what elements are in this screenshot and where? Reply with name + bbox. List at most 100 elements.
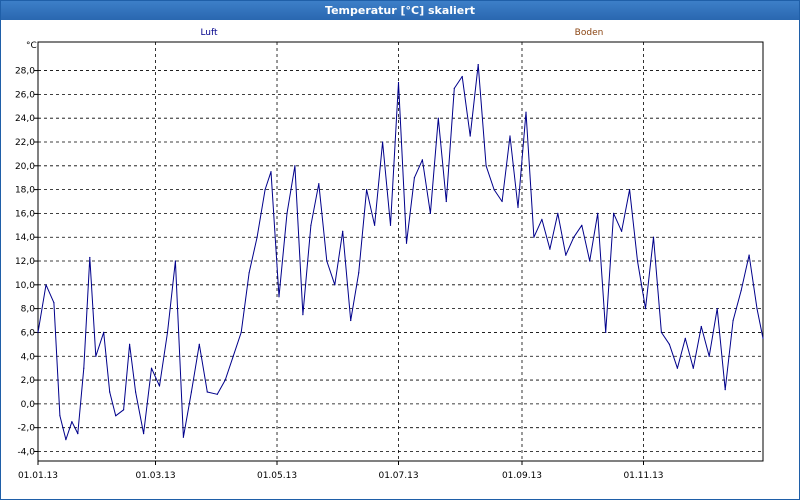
data-point	[573, 236, 575, 238]
data-point	[37, 331, 39, 333]
data-point	[135, 391, 137, 393]
y-tick-label: 24,0	[15, 114, 35, 124]
data-point	[644, 308, 647, 310]
x-tick-label: 01.07.13	[378, 471, 418, 481]
data-point	[302, 314, 304, 316]
data-point	[45, 284, 47, 286]
data-point	[216, 393, 218, 395]
data-point	[89, 256, 91, 259]
data-point	[652, 236, 655, 238]
data-point	[461, 75, 463, 78]
y-tick-label: 26,0	[15, 90, 35, 100]
data-point	[565, 254, 567, 256]
data-point	[716, 308, 718, 310]
data-point	[286, 212, 288, 214]
data-point	[541, 218, 543, 220]
series-layer	[37, 64, 764, 441]
data-point	[95, 355, 97, 357]
series-line-luft	[37, 64, 764, 441]
data-point	[264, 189, 266, 191]
data-point	[629, 189, 631, 191]
y-tick-label: 6,0	[21, 328, 36, 338]
data-point	[692, 367, 694, 369]
data-point	[350, 319, 352, 322]
data-point	[103, 331, 105, 333]
data-point	[318, 183, 320, 185]
data-point	[71, 421, 73, 423]
y-tick-label: 18,0	[15, 186, 35, 196]
data-point	[501, 200, 503, 203]
y-tick-label: 28,0	[15, 67, 35, 77]
data-point	[437, 117, 439, 119]
y-tick-label: 8,0	[21, 305, 36, 315]
data-point	[748, 254, 750, 256]
data-point	[405, 242, 408, 244]
data-point	[166, 331, 169, 333]
y-tick-label: 20,0	[15, 162, 35, 172]
y-tick-label: 16,0	[15, 209, 35, 219]
data-point	[708, 355, 710, 357]
y-tick-label: 12,0	[15, 257, 35, 267]
data-point	[256, 236, 258, 238]
x-tick-label: 01.01.13	[18, 471, 58, 481]
x-axis: 01.01.13 01.03.13 01.05.13 01.07.13 01.09.13…	[18, 461, 664, 481]
data-point	[700, 325, 702, 328]
x-tick-label: 01.03.13	[135, 471, 175, 481]
data-point	[83, 367, 85, 369]
data-point	[549, 248, 551, 250]
x-tick-label: 01.05.13	[257, 471, 297, 481]
data-point	[557, 212, 559, 214]
data-point	[613, 212, 615, 214]
data-point	[382, 141, 384, 143]
y-axis-unit: °C	[26, 41, 37, 51]
data-point	[589, 260, 591, 262]
data-point	[224, 379, 226, 381]
data-point	[636, 260, 639, 262]
data-point	[65, 439, 67, 441]
data-point	[762, 337, 764, 339]
legend: Luft Boden	[200, 28, 603, 38]
data-point	[668, 343, 671, 345]
data-point	[485, 165, 487, 167]
data-point	[533, 236, 535, 238]
temperature-chart: -4,0 -2,0 0,0 2,0 4,0 6,0 8,0 10,0 12,0 14,0 16,0 1…	[15, 28, 764, 481]
data-point	[453, 87, 455, 89]
y-tick-label: 0,0	[21, 400, 36, 410]
data-point	[182, 436, 184, 438]
window-title: Temperatur [°C] skaliert	[325, 4, 475, 17]
data-point	[429, 212, 431, 214]
y-tick-label: 2,0	[21, 376, 36, 386]
data-point	[109, 391, 111, 393]
data-point	[123, 409, 125, 411]
data-point	[374, 224, 376, 226]
data-point	[660, 331, 663, 333]
data-point	[597, 212, 599, 214]
data-point	[143, 433, 145, 435]
data-point	[724, 389, 726, 391]
legend-item-luft: Luft	[200, 28, 218, 38]
chart-window: Temperatur [°C] skaliert -4,0 -2,0 0,0 2,0 4…	[0, 0, 800, 500]
data-point	[198, 343, 200, 345]
data-point	[294, 165, 296, 167]
data-point	[150, 367, 153, 369]
chart-area: -4,0 -2,0 0,0 2,0 4,0 6,0 8,0 10,0 12,0 14,0 16,0 1…	[1, 20, 799, 499]
data-point	[115, 415, 117, 417]
data-point	[366, 189, 368, 191]
data-point	[397, 81, 400, 84]
data-point	[232, 355, 234, 357]
y-tick-label: 22,0	[15, 138, 35, 148]
x-tick-label: 01.09.13	[502, 471, 542, 481]
data-point	[334, 284, 336, 286]
data-point	[581, 224, 583, 226]
data-point	[684, 337, 686, 339]
data-point	[358, 272, 360, 274]
data-point	[732, 319, 734, 322]
data-point	[509, 135, 511, 137]
data-point	[270, 171, 272, 173]
data-point	[389, 224, 392, 226]
data-point	[421, 159, 423, 161]
data-point	[190, 391, 192, 393]
title-bar: Temperatur [°C] skaliert	[1, 1, 799, 20]
y-axis: -4,0 -2,0 0,0 2,0 4,0 6,0 8,0 10,0 12,0 14,0 16,0 1…	[15, 41, 38, 457]
data-point	[53, 302, 55, 304]
